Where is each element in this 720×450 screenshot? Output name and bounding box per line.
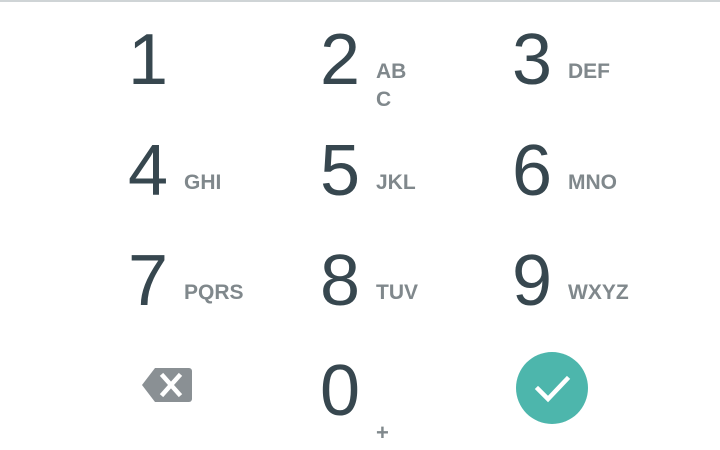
key-digit: 1 bbox=[128, 20, 169, 100]
backspace-icon bbox=[141, 366, 193, 404]
keypad-key-4[interactable]: 4 GHI bbox=[128, 135, 278, 225]
confirm-button[interactable] bbox=[516, 352, 588, 424]
key-letters: + bbox=[376, 420, 389, 445]
keypad-key-3[interactable]: 3 DEF bbox=[512, 24, 662, 114]
key-digit: 4 bbox=[128, 131, 169, 211]
top-divider bbox=[0, 0, 720, 2]
key-letters: ABC bbox=[376, 60, 407, 111]
backspace-button[interactable] bbox=[141, 366, 193, 404]
key-letters: MNO bbox=[568, 171, 617, 194]
key-digit: 8 bbox=[320, 241, 361, 321]
keypad-key-1[interactable]: 1 bbox=[128, 24, 278, 114]
pin-keypad-screen: 1 2 ABC 3 DEF 4 GHI 5 JKL 6 MNO 7 PQRS 8… bbox=[0, 0, 720, 450]
key-digit: 7 bbox=[128, 241, 169, 321]
key-digit: 6 bbox=[512, 131, 553, 211]
key-digit: 5 bbox=[320, 131, 361, 211]
key-digit: 2 bbox=[320, 20, 361, 100]
key-letters: WXYZ bbox=[568, 281, 629, 304]
keypad-key-8[interactable]: 8 TUV bbox=[320, 245, 470, 335]
key-letters: JKL bbox=[376, 171, 416, 194]
keypad-key-2[interactable]: 2 ABC bbox=[320, 24, 470, 114]
keypad-key-7[interactable]: 7 PQRS bbox=[128, 245, 278, 335]
key-digit: 0 bbox=[320, 351, 361, 431]
key-letters: PQRS bbox=[184, 281, 244, 304]
key-digit: 3 bbox=[512, 20, 553, 100]
keypad-key-0[interactable]: 0 + bbox=[320, 355, 470, 445]
key-letters: GHI bbox=[184, 171, 222, 194]
keypad-key-9[interactable]: 9 WXYZ bbox=[512, 245, 662, 335]
keypad-key-5[interactable]: 5 JKL bbox=[320, 135, 470, 225]
key-letters: DEF bbox=[568, 60, 610, 83]
key-digit: 9 bbox=[512, 241, 553, 321]
keypad-key-6[interactable]: 6 MNO bbox=[512, 135, 662, 225]
checkmark-icon bbox=[516, 352, 588, 424]
key-letters: TUV bbox=[376, 281, 418, 304]
